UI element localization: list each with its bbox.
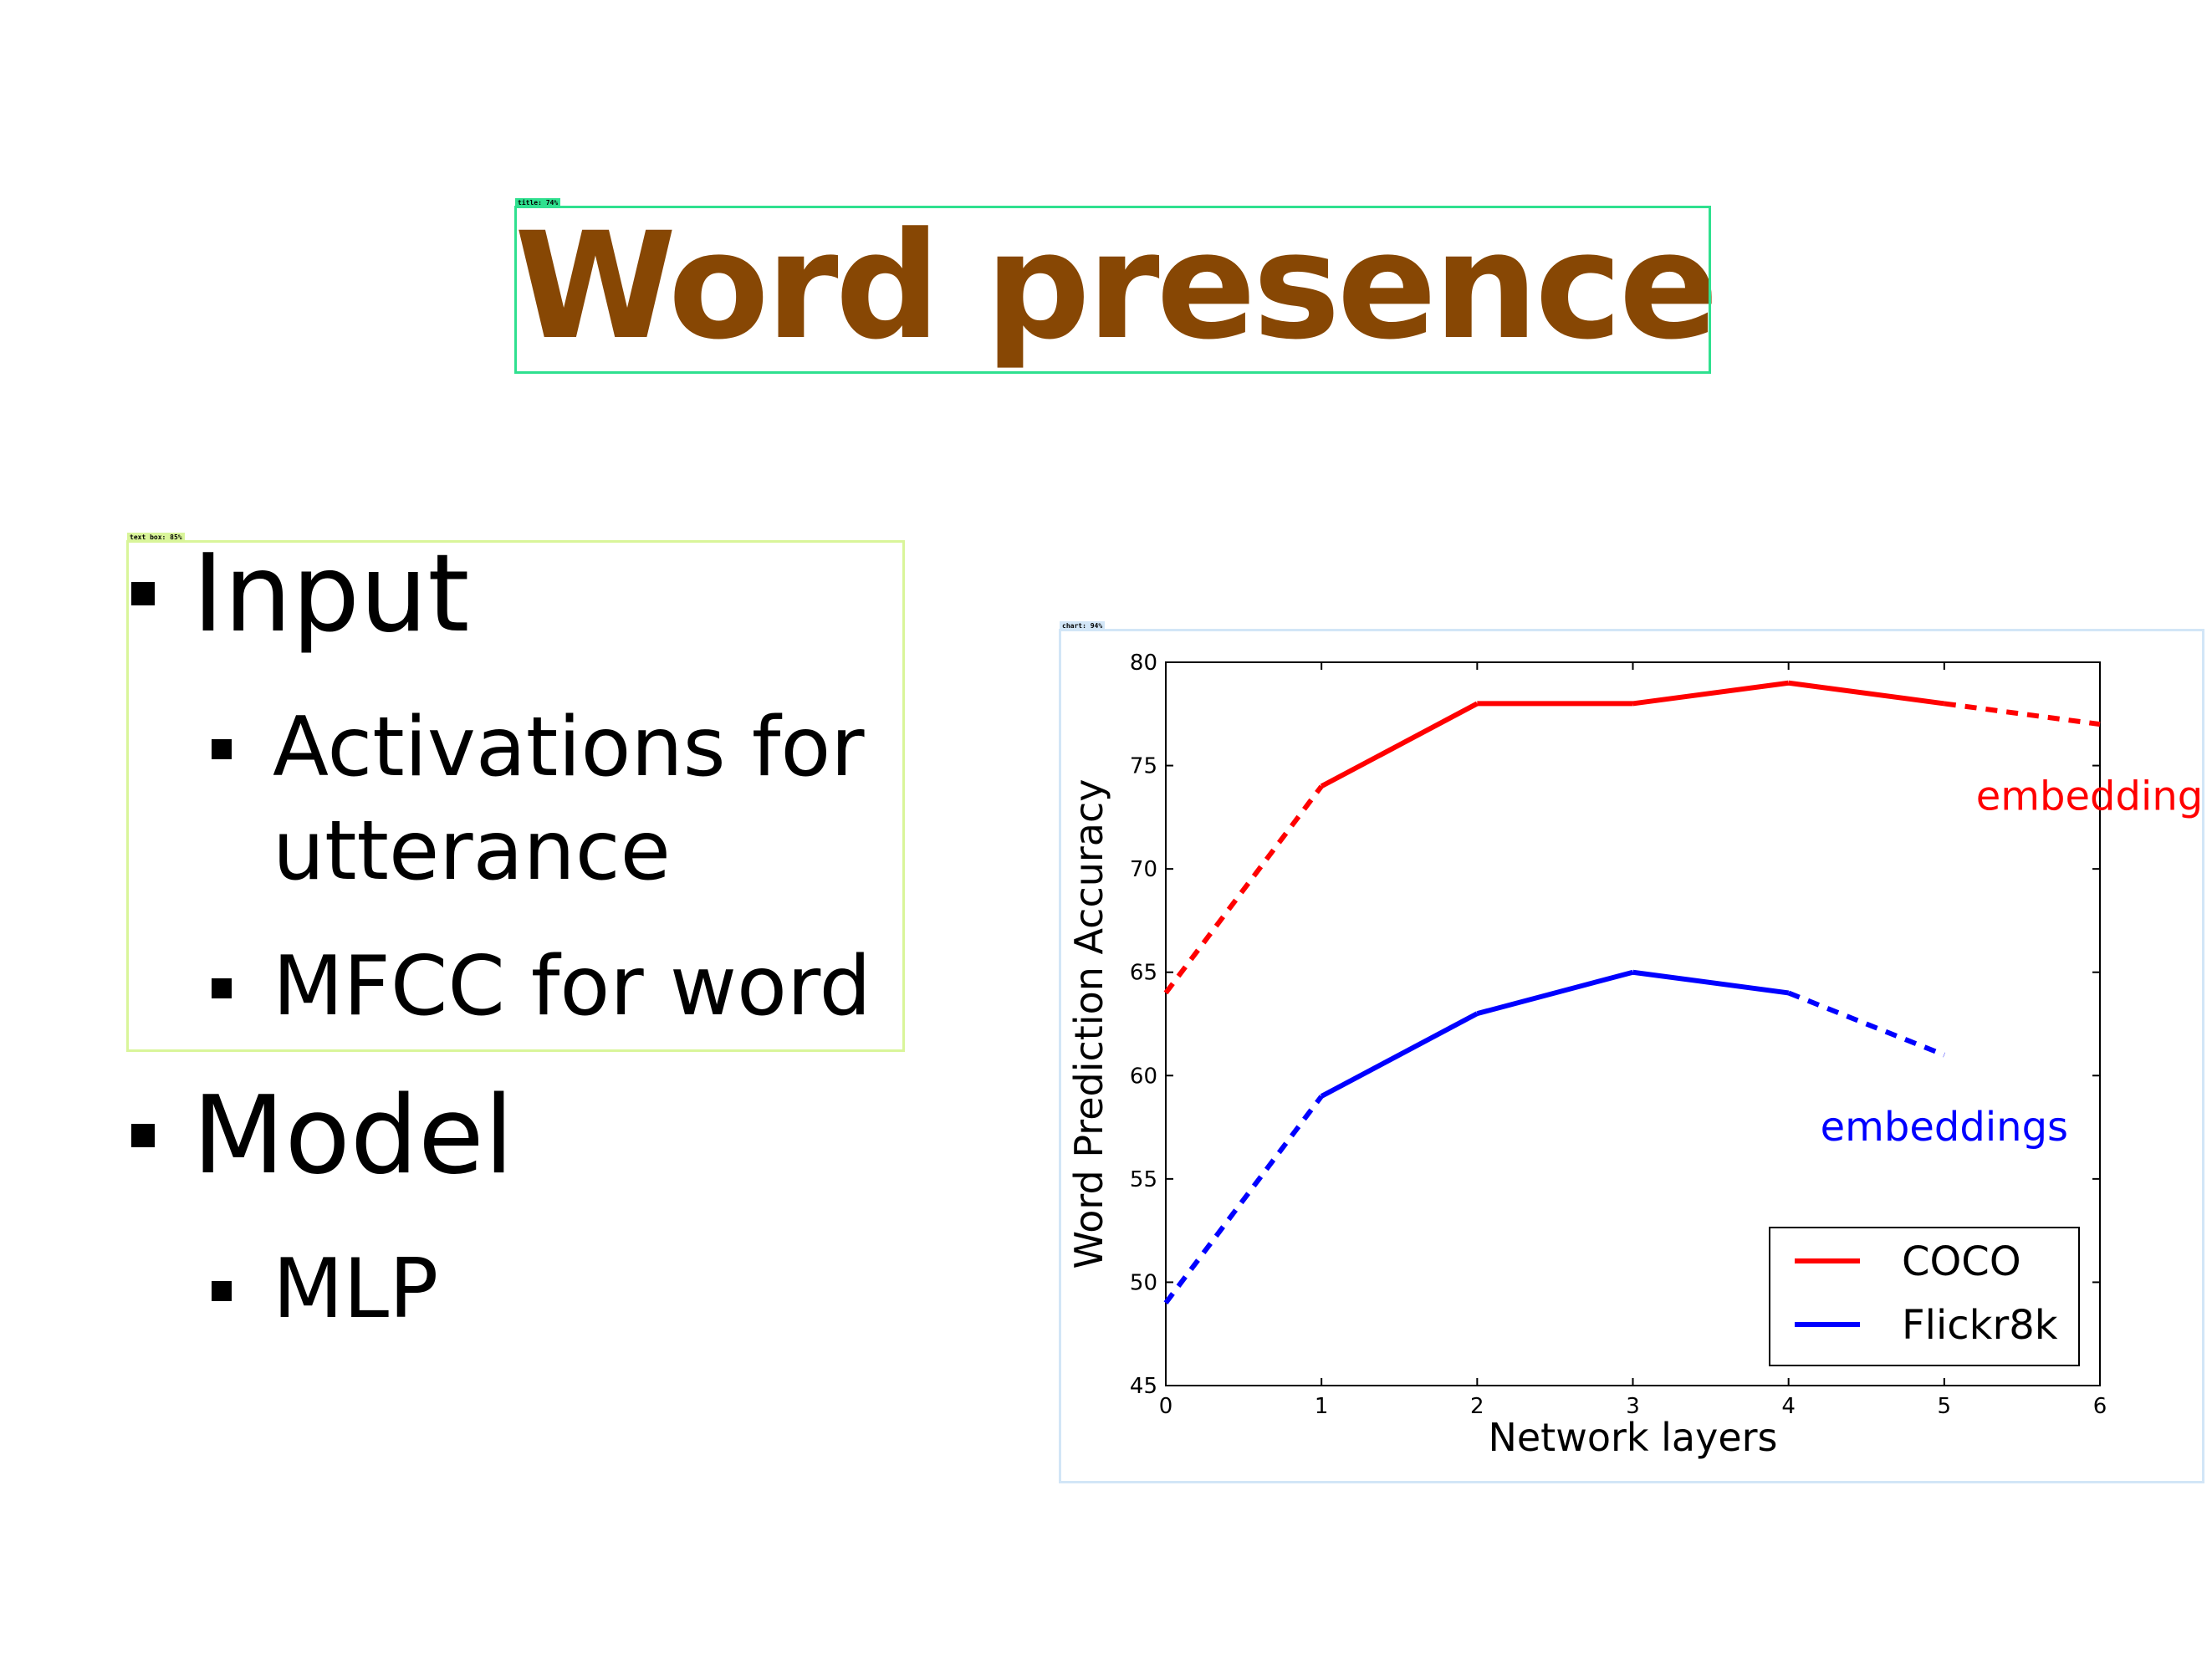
bullet-square-icon	[131, 1124, 155, 1147]
chart-detection-box: chart: 94%	[1059, 621, 2204, 1483]
text-box-detection-box: text box: 85%	[126, 533, 905, 1052]
chart-detection-label: chart: 94%	[1060, 621, 1106, 630]
bullet-model: Model	[131, 1074, 514, 1199]
bullet-model-text: Model	[192, 1074, 514, 1198]
slide: Word presence Input Activations for utte…	[0, 0, 2212, 1659]
bullet-mlp: MLP	[212, 1238, 439, 1341]
bullet-mlp-text: MLP	[273, 1242, 439, 1337]
bullet-square-icon	[212, 1281, 232, 1301]
title-detection-box: title: 74%	[514, 198, 1711, 374]
text-box-detection-label: text box: 85%	[127, 533, 185, 542]
title-detection-label: title: 74%	[515, 198, 561, 207]
